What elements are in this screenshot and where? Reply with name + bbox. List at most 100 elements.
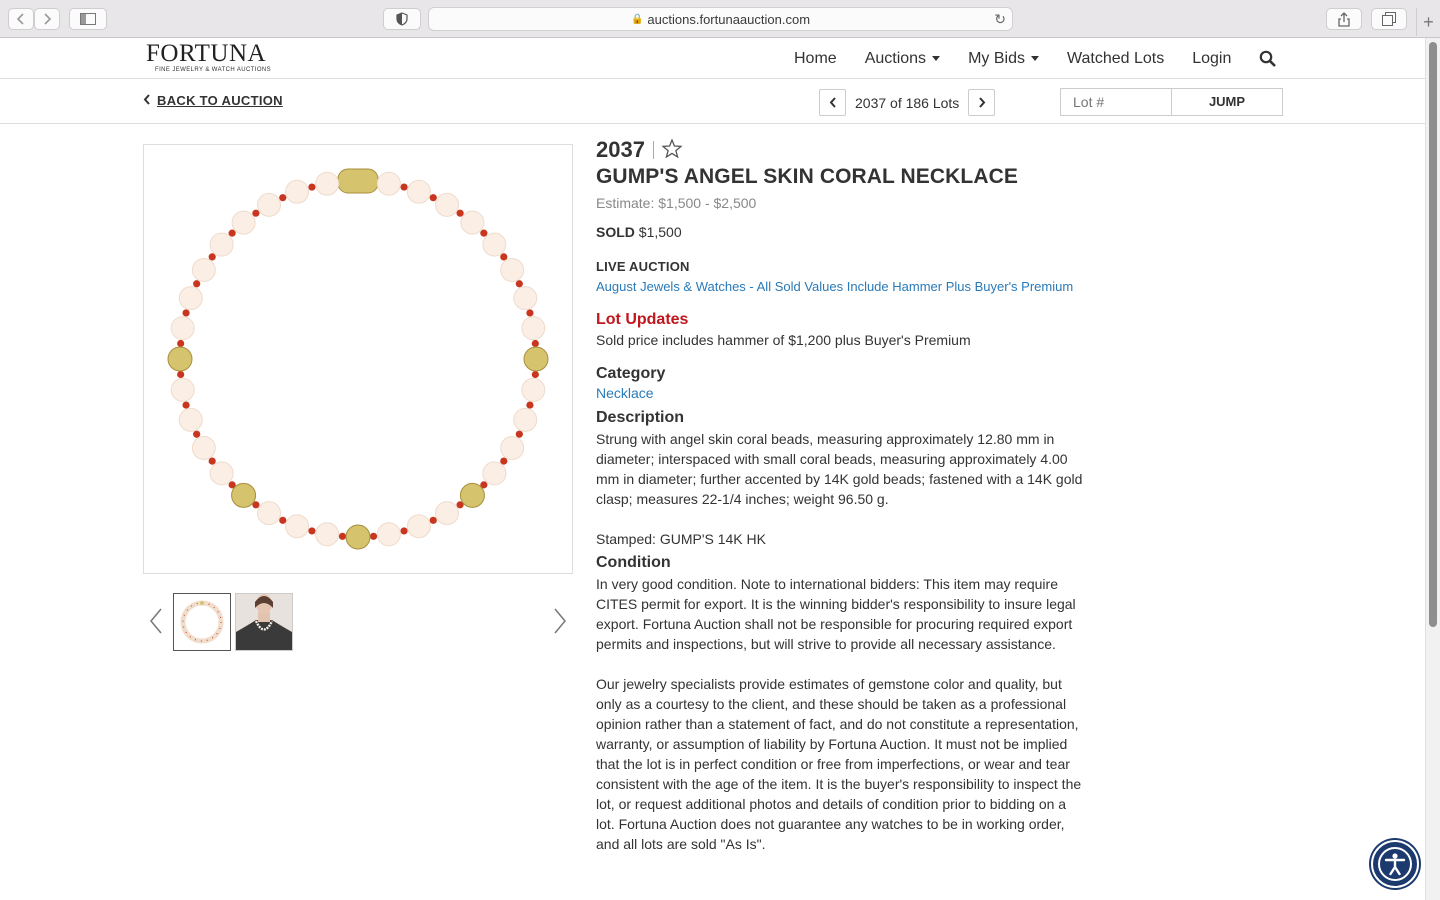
nav-watched-lots[interactable]: Watched Lots bbox=[1067, 50, 1164, 68]
angel-skin-coral-bead bbox=[406, 514, 431, 539]
angel-skin-coral-bead bbox=[285, 514, 310, 539]
chevron-right-icon bbox=[44, 13, 52, 25]
sold-label: SOLD bbox=[596, 224, 635, 240]
lot-position-text: 2037 of 186 Lots bbox=[855, 94, 960, 111]
model-wearing-necklace-thumbnail bbox=[236, 594, 292, 650]
carousel-prev-button[interactable] bbox=[149, 607, 163, 643]
lot-updates-text: Sold price includes hammer of $1,200 plu… bbox=[596, 332, 971, 348]
thumbnail-1[interactable] bbox=[173, 593, 231, 651]
reload-icon[interactable]: ↻ bbox=[994, 11, 1006, 28]
star-outline-icon[interactable] bbox=[661, 137, 683, 162]
back-to-auction-link[interactable]: BACK TO AUCTION bbox=[143, 93, 283, 108]
sold-price: SOLD $1,500 bbox=[596, 224, 1086, 240]
angel-skin-coral-bead bbox=[209, 232, 234, 257]
small-coral-bead bbox=[338, 532, 347, 540]
lock-icon: 🔒 bbox=[630, 13, 644, 25]
main-lot-image[interactable] bbox=[143, 144, 573, 574]
thumbnail-2[interactable] bbox=[235, 593, 293, 651]
angel-skin-coral-bead bbox=[482, 461, 507, 486]
live-auction-label: LIVE AUCTION bbox=[596, 259, 690, 274]
angel-skin-coral-bead bbox=[500, 258, 525, 282]
page-scrollbar[interactable] bbox=[1425, 38, 1440, 900]
sidebar-toggle-button[interactable] bbox=[69, 8, 107, 30]
small-coral-bead bbox=[182, 309, 190, 317]
chevron-left-icon bbox=[143, 93, 151, 108]
privacy-report-button[interactable] bbox=[383, 8, 421, 30]
nav-home[interactable]: Home bbox=[794, 50, 837, 68]
logo-sub-text: FINE JEWELRY & WATCH AUCTIONS bbox=[155, 67, 272, 73]
address-bar[interactable]: 🔒 auctions.fortunaauction.com ↻ bbox=[428, 7, 1013, 31]
lot-pager: 2037 of 186 Lots bbox=[819, 89, 996, 116]
angel-skin-coral-bead bbox=[209, 461, 234, 486]
stamped-text: Stamped: GUMP'S 14K HK bbox=[596, 531, 766, 547]
jump-button[interactable]: JUMP bbox=[1171, 88, 1283, 116]
nav-my-bids[interactable]: My Bids bbox=[968, 50, 1039, 68]
small-coral-bead bbox=[308, 183, 316, 191]
angel-skin-coral-bead bbox=[170, 316, 195, 341]
carousel-next-button[interactable] bbox=[553, 607, 567, 643]
small-coral-bead bbox=[193, 280, 201, 288]
new-tab-button[interactable]: + bbox=[1416, 8, 1440, 36]
gold-bead bbox=[459, 482, 485, 508]
lot-number-input[interactable] bbox=[1060, 88, 1172, 116]
caret-down-icon bbox=[932, 55, 941, 61]
tab-overview-button[interactable] bbox=[1371, 8, 1407, 30]
small-coral-bead bbox=[308, 527, 316, 535]
gold-bead bbox=[523, 346, 549, 372]
nav-auctions[interactable]: Auctions bbox=[865, 50, 941, 68]
angel-skin-coral-bead bbox=[500, 436, 525, 460]
caret-down-icon bbox=[1030, 55, 1039, 61]
angel-skin-coral-bead bbox=[191, 258, 216, 282]
logo-main-text: FORTUNA bbox=[146, 40, 267, 67]
browser-forward-button[interactable] bbox=[34, 8, 60, 30]
accessibility-button[interactable] bbox=[1371, 840, 1419, 888]
category-title: Category bbox=[596, 365, 666, 382]
angel-skin-coral-bead bbox=[315, 171, 340, 196]
thumbnail-carousel bbox=[143, 593, 573, 653]
small-coral-bead bbox=[456, 209, 464, 217]
site-header: FORTUNA FINE JEWELRY & WATCH AUCTIONS Ho… bbox=[0, 38, 1425, 79]
angel-skin-coral-bead bbox=[513, 286, 538, 311]
gold-clasp bbox=[337, 168, 379, 194]
small-coral-bead bbox=[177, 339, 185, 348]
small-coral-bead bbox=[400, 527, 408, 535]
lot-estimate: Estimate: $1,500 - $2,500 bbox=[596, 195, 757, 211]
angel-skin-coral-bead bbox=[460, 210, 485, 235]
small-coral-bead bbox=[400, 183, 408, 191]
angel-skin-coral-bead bbox=[435, 192, 459, 217]
disclaimer-text: Our jewelry specialists provide estimate… bbox=[596, 676, 1082, 852]
angel-skin-coral-bead bbox=[315, 522, 340, 547]
nav-login[interactable]: Login bbox=[1192, 50, 1231, 68]
angel-skin-coral-bead bbox=[435, 501, 459, 526]
share-button[interactable] bbox=[1326, 8, 1362, 30]
category-link[interactable]: Necklace bbox=[596, 385, 1086, 401]
main-nav: Home Auctions My Bids Watched Lots Login bbox=[780, 38, 1277, 79]
gold-bead bbox=[345, 524, 371, 550]
angel-skin-coral-bead bbox=[513, 407, 538, 432]
lot-number: 2037 bbox=[596, 137, 645, 162]
angel-skin-coral-bead bbox=[285, 179, 310, 204]
search-icon[interactable] bbox=[1259, 50, 1277, 68]
gold-bead bbox=[231, 482, 257, 508]
gold-bead bbox=[167, 346, 193, 372]
description-text: Strung with angel skin coral beads, meas… bbox=[596, 431, 1083, 507]
next-lot-button[interactable] bbox=[968, 89, 996, 116]
small-coral-bead bbox=[369, 532, 378, 540]
small-coral-bead bbox=[500, 457, 508, 465]
description-title: Description bbox=[596, 409, 685, 426]
browser-back-button[interactable] bbox=[8, 8, 34, 30]
angel-skin-coral-bead bbox=[482, 232, 507, 257]
fortuna-logo[interactable]: FORTUNA FINE JEWELRY & WATCH AUCTIONS bbox=[146, 40, 272, 74]
small-coral-bead bbox=[252, 209, 260, 217]
share-icon bbox=[1338, 11, 1350, 27]
accessibility-icon bbox=[1378, 847, 1412, 881]
angel-skin-coral-bead bbox=[231, 210, 256, 235]
lot-details: 2037 GUMP'S ANGEL SKIN CORAL NECKLACE Es… bbox=[596, 136, 1086, 854]
previous-lot-button[interactable] bbox=[819, 89, 846, 116]
chevron-left-icon bbox=[829, 97, 836, 108]
scrollbar-thumb[interactable] bbox=[1429, 42, 1437, 627]
small-coral-bead bbox=[429, 516, 437, 524]
small-coral-bead bbox=[208, 457, 216, 465]
auction-name-link[interactable]: August Jewels & Watches - All Sold Value… bbox=[596, 278, 1086, 296]
small-coral-bead bbox=[526, 309, 534, 317]
